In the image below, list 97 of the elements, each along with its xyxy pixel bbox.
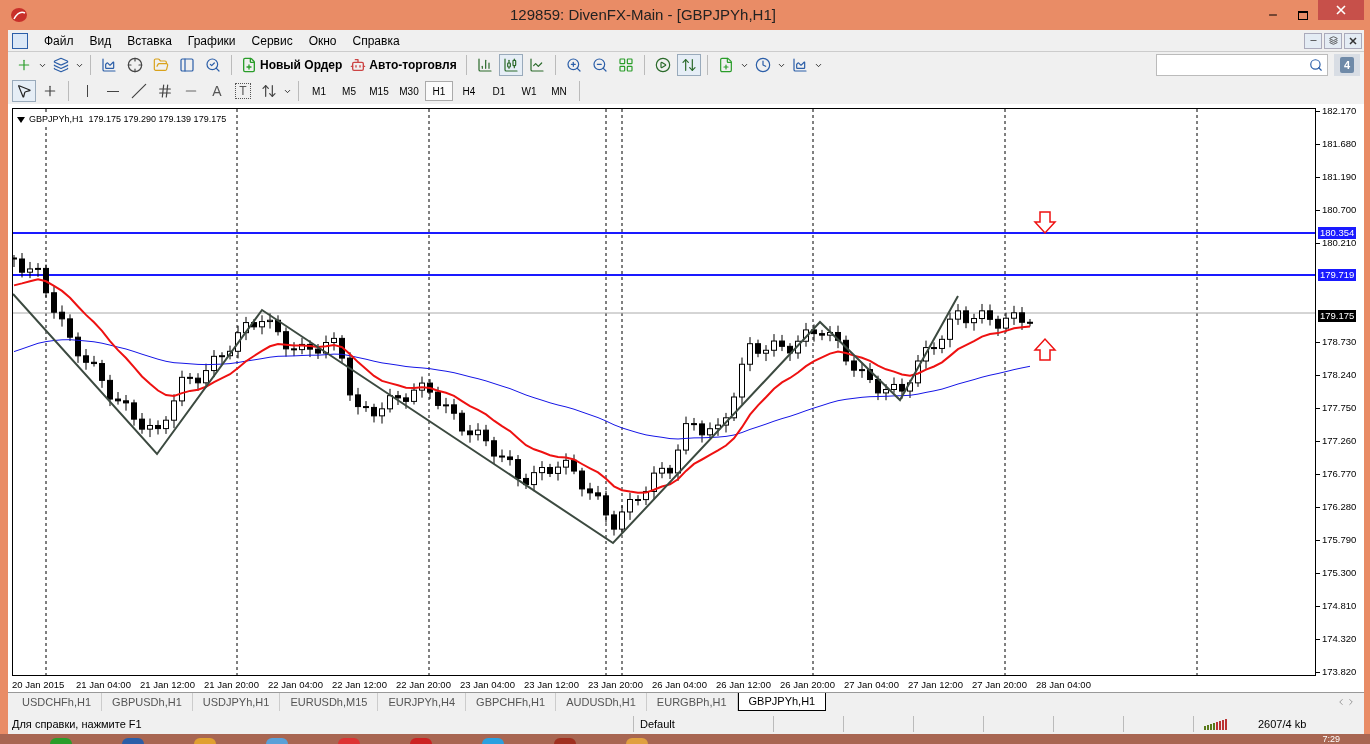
up-arrow-icon xyxy=(1033,337,1057,361)
time-axis-label: 27 Jan 20:00 xyxy=(972,678,1028,692)
time-axis-label: 28 Jan 04:00 xyxy=(1036,678,1092,692)
price-tag: 180.354 xyxy=(1318,227,1357,239)
time-axis-label: 22 Jan 20:00 xyxy=(396,678,452,692)
chart-tab[interactable]: USDCHFh,H1 xyxy=(12,693,103,711)
time-axis-label: 20 Jan 2015 xyxy=(12,678,66,692)
time-axis-label: 21 Jan 12:00 xyxy=(140,678,196,692)
child-minimize-button[interactable] xyxy=(1304,32,1322,49)
down-arrow-icon xyxy=(1033,211,1057,235)
price-axis-label: 177.750 xyxy=(1322,402,1357,414)
chart-tab[interactable]: AUDUSDh,H1 xyxy=(556,693,647,711)
time-axis-label: 27 Jan 12:00 xyxy=(908,678,964,692)
price-axis-label: 177.260 xyxy=(1322,435,1357,447)
price-axis-label: 178.730 xyxy=(1322,336,1357,348)
scroll-left-icon xyxy=(1336,697,1346,707)
time-axis-label: 27 Jan 04:00 xyxy=(844,678,900,692)
time-axis-label: 23 Jan 12:00 xyxy=(524,678,580,692)
time-axis-label: 23 Jan 04:00 xyxy=(460,678,516,692)
close-icon xyxy=(1349,36,1357,45)
scroll-right-icon xyxy=(1346,697,1356,707)
time-axis-label: 26 Jan 04:00 xyxy=(652,678,708,692)
menu-item[interactable]: Сервис xyxy=(243,31,301,50)
price-axis-label: 180.700 xyxy=(1322,204,1357,216)
collapse-triangle-icon[interactable] xyxy=(17,116,25,123)
timeframe-button[interactable]: M15 xyxy=(365,81,393,101)
price-axis-label: 174.810 xyxy=(1322,600,1357,612)
price-axis-label: 174.320 xyxy=(1322,633,1357,645)
time-axis-label: 23 Jan 20:00 xyxy=(588,678,644,692)
chart-tab[interactable]: EURGBPh,H1 xyxy=(646,693,738,711)
time-axis-label: 22 Jan 04:00 xyxy=(268,678,324,692)
document-icon xyxy=(12,32,28,49)
taskbar-app-icon[interactable] xyxy=(194,738,216,744)
price-axis-label: 181.680 xyxy=(1322,138,1357,150)
price-axis-label: 173.820 xyxy=(1322,666,1357,678)
timeframe-button[interactable]: M1 xyxy=(305,81,333,101)
timeframe-button[interactable]: D1 xyxy=(485,81,513,101)
taskbar-clock: 7:29 xyxy=(1322,734,1340,744)
chart-legend: GBPJPYh,H1 179.175 179.290 179.139 179.175 xyxy=(29,113,227,127)
time-axis-label: 26 Jan 12:00 xyxy=(716,678,772,692)
time-axis-label: 22 Jan 12:00 xyxy=(332,678,388,692)
menu-item[interactable]: Справка xyxy=(344,31,408,50)
price-axis-label: 176.280 xyxy=(1322,501,1357,513)
help-status-text: Для справки, нажмите F1 xyxy=(8,715,634,733)
document-plus-icon xyxy=(241,57,257,73)
profile-status-text: Default xyxy=(634,715,774,733)
child-restore-button[interactable] xyxy=(1324,32,1342,49)
search-field[interactable] xyxy=(1156,54,1328,76)
text-tool[interactable]: A xyxy=(205,80,229,102)
taskbar-app-icon[interactable] xyxy=(554,738,576,744)
price-axis-label: 180.210 xyxy=(1322,237,1357,249)
search-icon xyxy=(1309,58,1323,72)
chart-tab[interactable]: EURJPYh,H4 xyxy=(378,693,467,711)
chart-tab[interactable]: GBPUSDh,H1 xyxy=(102,693,193,711)
price-axis-label: 176.770 xyxy=(1322,468,1357,480)
connection-bars-icon xyxy=(1204,718,1228,730)
timeframe-button[interactable]: W1 xyxy=(515,81,543,101)
menu-item[interactable]: Вид xyxy=(81,31,120,50)
chart-tab[interactable]: GBPCHFh,H1 xyxy=(466,693,557,711)
taskbar-app-icon[interactable] xyxy=(626,738,648,744)
menu-item[interactable]: Графики xyxy=(179,31,244,50)
chart-tab[interactable]: GBPJPYh,H1 xyxy=(737,693,827,711)
price-axis-label: 182.170 xyxy=(1322,105,1357,117)
candlestick-icon[interactable] xyxy=(498,54,523,76)
chart-tab[interactable]: EURUSDh,M15 xyxy=(280,693,379,711)
timeframe-button[interactable]: H4 xyxy=(455,81,483,101)
timeframe-button[interactable]: MN xyxy=(545,81,573,101)
time-axis-label: 21 Jan 04:00 xyxy=(76,678,132,692)
timeframe-button[interactable]: H1 xyxy=(425,81,453,101)
autotrading-button[interactable]: Авто-торговля xyxy=(347,54,460,76)
price-axis-label: 181.190 xyxy=(1322,171,1357,183)
timeframe-button[interactable]: M5 xyxy=(335,81,363,101)
time-axis-label: 26 Jan 20:00 xyxy=(780,678,836,692)
price-tag: 179.719 xyxy=(1318,269,1357,281)
text-label-tool[interactable]: T xyxy=(235,83,251,99)
menu-item[interactable]: Файл xyxy=(36,31,82,50)
time-axis-label: 21 Jan 20:00 xyxy=(204,678,260,692)
window-title: 129859: DivenFX-Main - [GBPJPYh,H1] xyxy=(510,4,776,25)
price-axis-label: 178.240 xyxy=(1322,369,1357,381)
price-axis-label: 175.790 xyxy=(1322,534,1357,546)
taskbar-app-icon[interactable] xyxy=(266,738,288,744)
new-order-button[interactable]: Новый Ордер xyxy=(238,54,346,76)
price-tag: 179.175 xyxy=(1318,310,1357,322)
traffic-status-text: 2607/4 kb xyxy=(1258,716,1307,732)
cursor-icon[interactable] xyxy=(12,80,36,102)
notifications-badge[interactable]: 4 xyxy=(1334,54,1360,76)
restore-icon xyxy=(1328,36,1338,45)
menu-item[interactable]: Вставка xyxy=(119,31,180,50)
close-icon xyxy=(1336,5,1346,15)
price-axis-label: 175.300 xyxy=(1322,567,1357,579)
chart-tab[interactable]: USDJPYh,H1 xyxy=(192,693,281,711)
chart-shift-icon[interactable] xyxy=(676,54,701,76)
timeframe-button[interactable]: M30 xyxy=(395,81,423,101)
child-close-button[interactable] xyxy=(1344,32,1362,49)
menu-item[interactable]: Окно xyxy=(300,31,345,50)
app-logo-icon xyxy=(10,7,28,23)
robot-icon xyxy=(350,57,367,73)
